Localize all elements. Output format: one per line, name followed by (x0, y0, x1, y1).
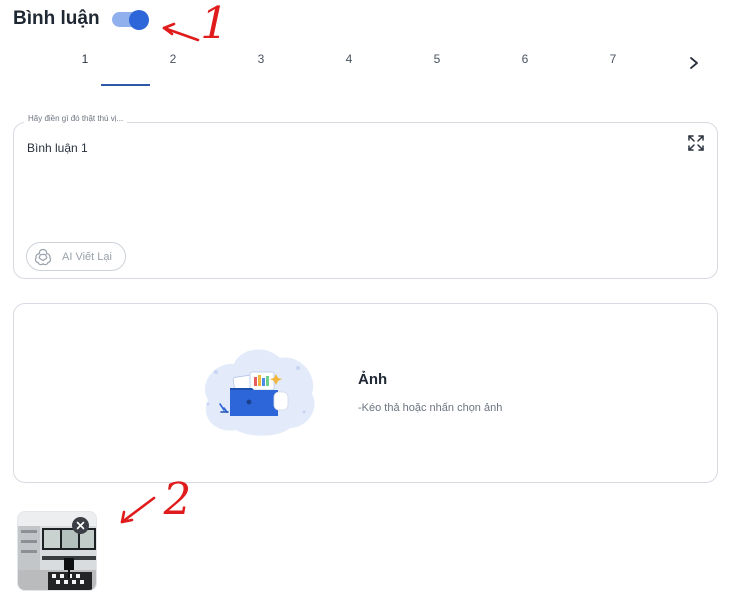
comment-placeholder-label: Hãy điền gì đó thật thú vị... (24, 114, 128, 123)
tab-3[interactable]: 3 (231, 52, 291, 78)
image-upload-dropzone[interactable] (13, 303, 718, 483)
close-icon (76, 521, 85, 530)
ai-sparkle-icon (34, 248, 52, 266)
ai-rewrite-label: AI Viết Lại (62, 251, 112, 263)
expand-icon[interactable] (688, 135, 704, 151)
tab-6[interactable]: 6 (495, 52, 555, 78)
comment-tabs: 1 2 3 4 5 6 7 (40, 44, 720, 90)
ai-rewrite-button[interactable]: AI Viết Lại (26, 242, 126, 271)
annotation-label-1: 1 (194, 0, 234, 49)
chevron-right-icon[interactable] (688, 56, 700, 70)
section-title: Bình luận (13, 8, 100, 29)
comment-toggle[interactable] (112, 10, 150, 30)
upload-hint: -Kéo thả hoặc nhấn chọn ảnh (358, 402, 503, 414)
tab-7[interactable]: 7 (583, 52, 643, 78)
active-tab-indicator (101, 84, 150, 86)
comment-value[interactable]: Bình luận 1 (27, 141, 88, 155)
tab-2[interactable]: 2 (143, 52, 203, 78)
folder-illustration-icon (194, 342, 320, 440)
upload-title: Ảnh (358, 371, 388, 388)
tab-1[interactable]: 1 (55, 52, 115, 78)
toggle-knob (129, 10, 149, 30)
tab-5[interactable]: 5 (407, 52, 467, 78)
remove-image-button[interactable] (72, 517, 89, 534)
tab-4[interactable]: 4 (319, 52, 379, 78)
